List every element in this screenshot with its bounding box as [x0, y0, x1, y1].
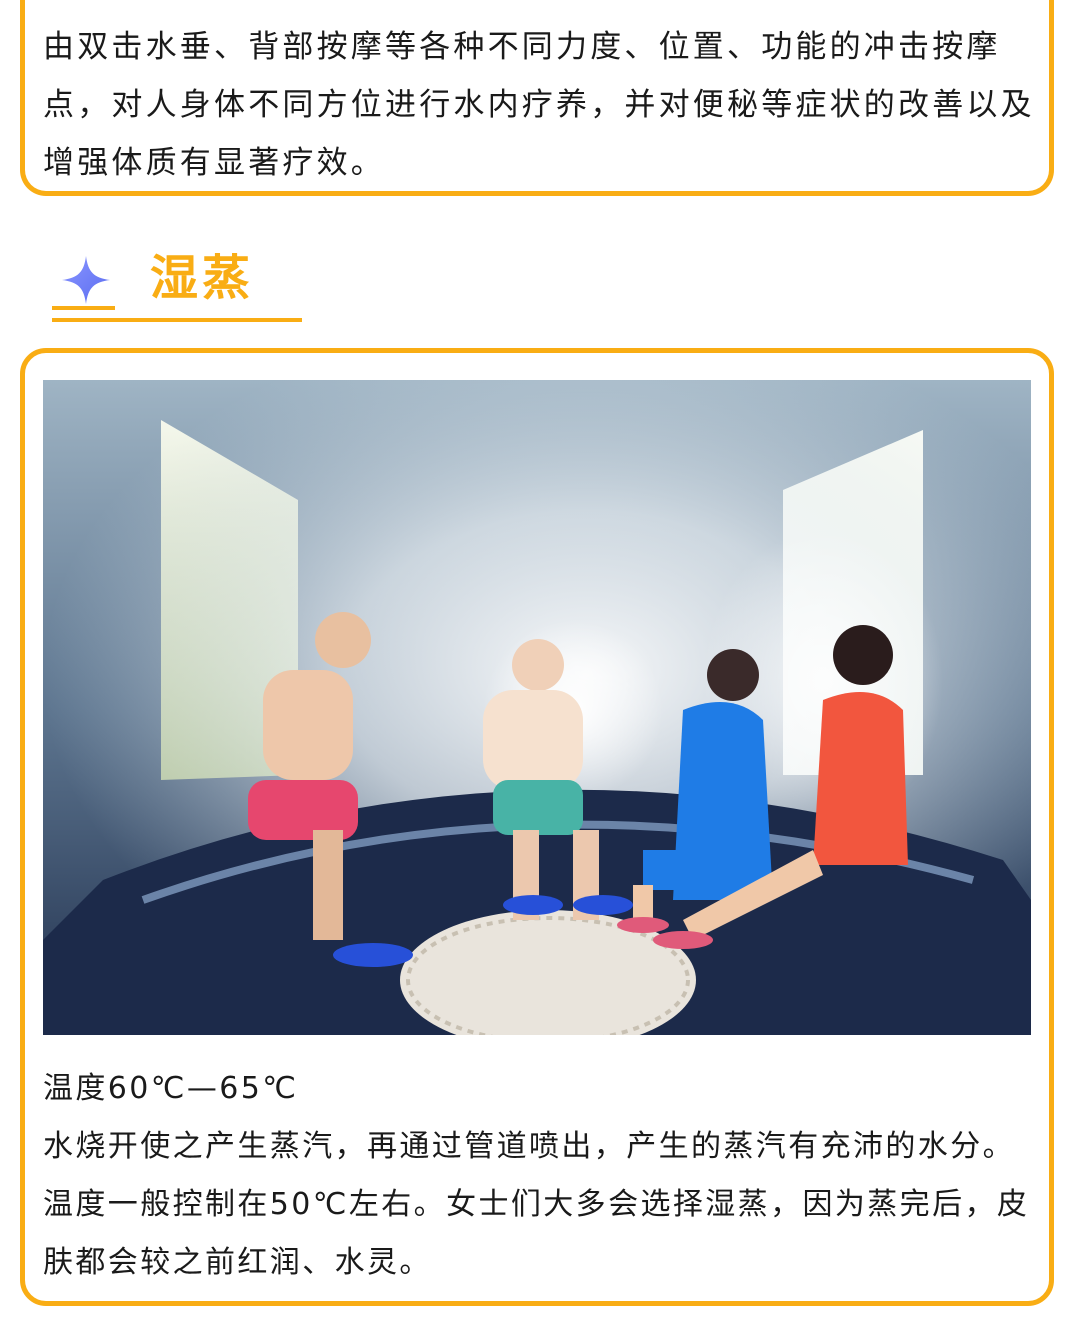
previous-section-text: 由双击水垂、背部按摩等各种不同力度、位置、功能的冲击按摩点，对人身体不同方位进行… [43, 29, 1035, 181]
previous-section-card: 由双击水垂、背部按摩等各种不同力度、位置、功能的冲击按摩点，对人身体不同方位进行… [20, 0, 1054, 196]
wet-steam-card: 温度60℃—65℃ 水烧开使之产生蒸汽，再通过管道喷出，产生的蒸汽有充沛的水分。… [20, 348, 1054, 1306]
section-title: 湿蒸 [150, 250, 255, 306]
wet-steam-description: 水烧开使之产生蒸汽，再通过管道喷出，产生的蒸汽有充沛的水分。温度一般控制在50℃… [43, 1129, 1030, 1280]
heading-underline-short [52, 306, 115, 310]
heading-underline-long [52, 318, 302, 322]
steam-room-photo [43, 380, 1031, 1035]
temperature-range: 温度60℃—65℃ [43, 1071, 299, 1106]
section-heading: 湿蒸 [52, 240, 304, 324]
wet-steam-details: 温度60℃—65℃ 水烧开使之产生蒸汽，再通过管道喷出，产生的蒸汽有充沛的水分。… [43, 1060, 1043, 1292]
sparkle-star-icon [62, 256, 110, 304]
